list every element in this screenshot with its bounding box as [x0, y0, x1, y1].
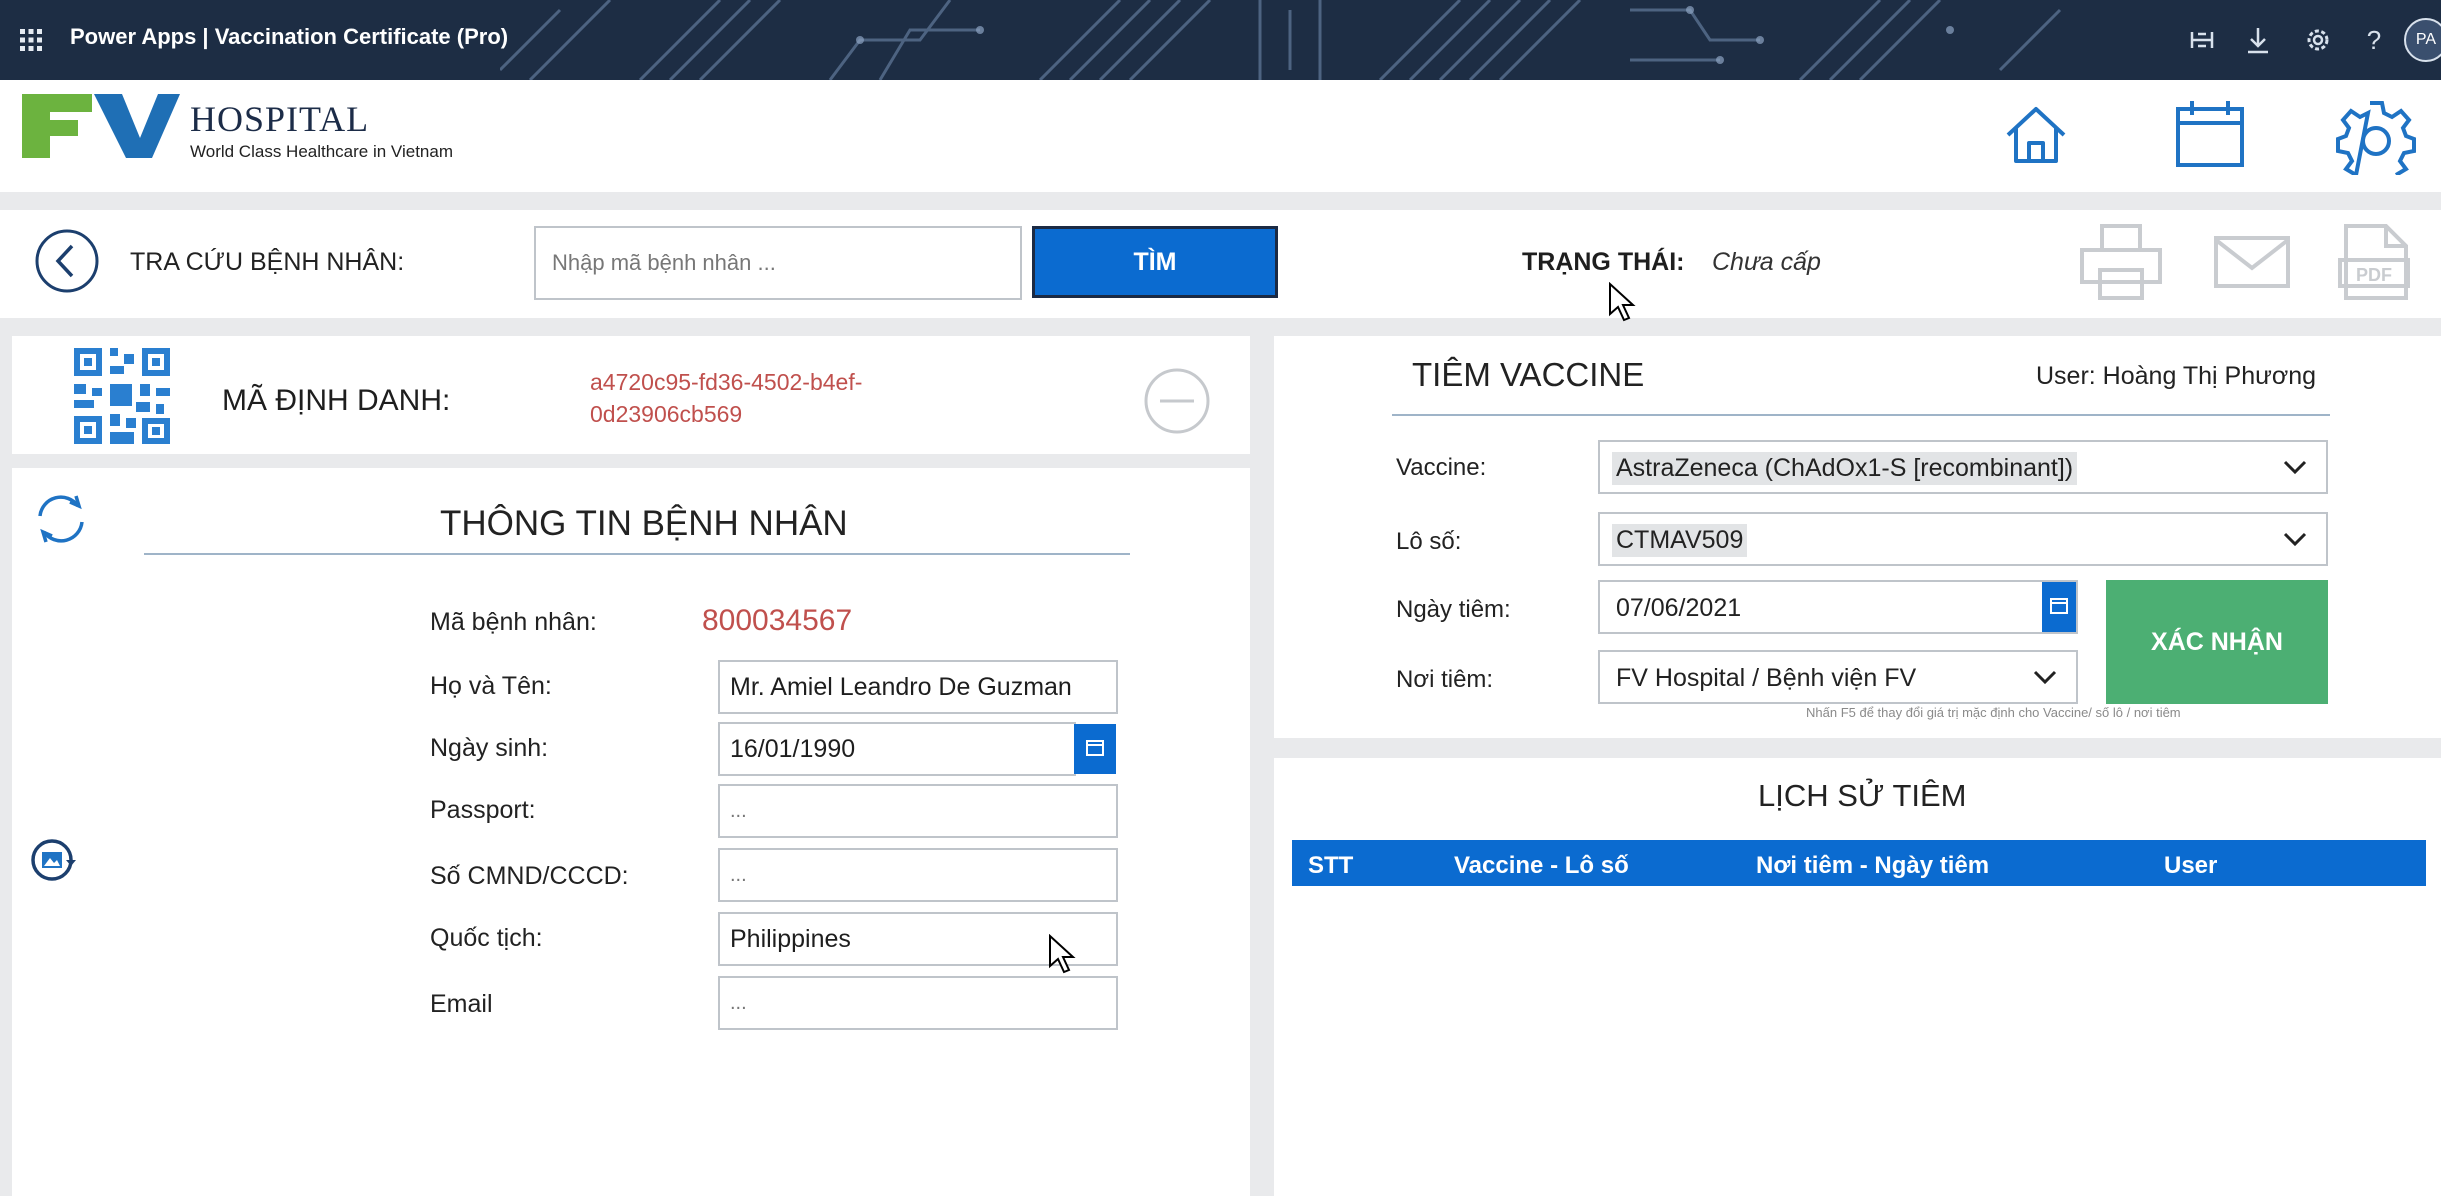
- chevron-down-icon: [2283, 532, 2307, 547]
- status-value: Chưa cấp: [1712, 248, 1821, 276]
- svg-text:PDF: PDF: [2356, 265, 2392, 285]
- app-launcher-grid-icon[interactable]: [18, 27, 44, 53]
- default-values-hint: Nhấn F5 để thay đổi giá trị mặc định cho…: [1806, 705, 2181, 720]
- history-panel: [1274, 758, 2441, 1196]
- confirm-button[interactable]: XÁC NHẬN: [2106, 580, 2328, 704]
- mouse-cursor-icon: [1049, 934, 1076, 974]
- patient-search-label: TRA CỨU BỆNH NHÂN:: [130, 248, 405, 276]
- injection-date-value: 07/06/2021: [1616, 594, 1742, 622]
- full-name-label: Họ và Tên:: [430, 672, 552, 700]
- email-field[interactable]: ...: [718, 976, 1118, 1030]
- back-icon[interactable]: [34, 228, 100, 294]
- logo-tagline: World Class Healthcare in Vietnam: [190, 142, 453, 161]
- fit-screen-icon[interactable]: [2184, 22, 2220, 58]
- mouse-cursor-icon: [1609, 282, 1636, 322]
- identifier-value-line2: 0d23906cb569: [590, 401, 743, 427]
- help-icon[interactable]: ?: [2356, 22, 2392, 58]
- injection-date-field[interactable]: 07/06/2021: [1598, 580, 2078, 634]
- injection-date-calendar-icon[interactable]: [2042, 582, 2076, 632]
- email-label: Email: [430, 990, 493, 1018]
- lot-number-label: Lô số:: [1396, 528, 1462, 555]
- patient-info-title: THÔNG TIN BỆNH NHÂN: [440, 504, 848, 543]
- vaccine-divider: [1392, 414, 2330, 416]
- image-capture-icon[interactable]: [30, 838, 80, 882]
- lot-number-selected-value: CTMAV509: [1612, 524, 1748, 557]
- home-icon[interactable]: [1996, 95, 2076, 175]
- patient-id-label: Mã bệnh nhân:: [430, 608, 597, 636]
- settings-icon[interactable]: [2300, 22, 2336, 58]
- lot-number-dropdown[interactable]: CTMAV509: [1598, 512, 2328, 566]
- injection-date-label: Ngày tiêm:: [1396, 596, 1511, 623]
- status-label: TRẠNG THÁI:: [1522, 248, 1685, 276]
- fv-logo-mark: [22, 94, 180, 158]
- patient-info-divider: [144, 553, 1130, 555]
- remove-minus-icon[interactable]: [1142, 366, 1212, 436]
- birth-date-label: Ngày sinh:: [430, 734, 549, 762]
- vaccine-user: User: Hoàng Thị Phương: [2036, 362, 2317, 390]
- history-col-place-date: Nơi tiêm - Ngày tiêm: [1756, 852, 1990, 879]
- settings-gear-icon[interactable]: [2336, 95, 2416, 175]
- patient-search-input[interactable]: [534, 226, 1022, 300]
- avatar[interactable]: PA: [2404, 18, 2441, 62]
- vaccine-selected-value: AstraZeneca (ChAdOx1-S [recombinant]): [1612, 452, 2078, 485]
- nationality-label: Quốc tịch:: [430, 924, 543, 952]
- circuit-pattern-decoration: [500, 0, 2062, 80]
- identifier-label: MÃ ĐỊNH DANH:: [222, 384, 451, 417]
- birth-date-calendar-icon[interactable]: [1074, 724, 1116, 774]
- identifier-value-line1: a4720c95-fd36-4502-b4ef-: [590, 369, 863, 395]
- download-icon[interactable]: [2240, 22, 2276, 58]
- passport-label: Passport:: [430, 796, 536, 824]
- full-name-field[interactable]: Mr. Amiel Leandro De Guzman: [718, 660, 1118, 714]
- vaccine-label: Vaccine:: [1396, 454, 1487, 481]
- pdf-icon[interactable]: PDF: [2336, 222, 2412, 302]
- history-col-stt: STT: [1308, 852, 1354, 879]
- search-button[interactable]: TÌM: [1032, 226, 1278, 298]
- vaccine-dropdown[interactable]: AstraZeneca (ChAdOx1-S [recombinant]): [1598, 440, 2328, 494]
- patient-id-value: 800034567: [702, 604, 853, 637]
- vaccine-title: TIÊM VACCINE: [1412, 356, 1645, 393]
- calendar-icon[interactable]: [2170, 95, 2250, 175]
- print-icon[interactable]: [2076, 222, 2166, 302]
- identifier-value: a4720c95-fd36-4502-b4ef- 0d23906cb569: [590, 366, 910, 430]
- id-card-label: Số CMND/CCCD:: [430, 862, 629, 890]
- history-title: LỊCH SỬ TIÊM: [1758, 778, 1967, 813]
- history-col-vaccine-lot: Vaccine - Lô số: [1454, 852, 1629, 879]
- chevron-down-icon: [2283, 460, 2307, 475]
- logo-name: HOSPITAL: [190, 99, 370, 139]
- injection-place-label: Nơi tiêm:: [1396, 666, 1494, 693]
- history-col-user: User: [2164, 852, 2218, 879]
- id-card-field[interactable]: ...: [718, 848, 1118, 902]
- refresh-icon[interactable]: [32, 492, 90, 546]
- passport-field[interactable]: ...: [718, 784, 1118, 838]
- injection-place-selected-value: FV Hospital / Bệnh viện FV: [1616, 664, 1917, 692]
- qr-code-icon: [74, 348, 170, 444]
- chevron-down-icon: [2033, 670, 2057, 685]
- suite-bar: Power Apps | Vaccination Certificate (Pr…: [0, 0, 2441, 80]
- mail-icon[interactable]: [2212, 222, 2292, 302]
- app-title: Power Apps | Vaccination Certificate (Pr…: [70, 24, 509, 49]
- birth-date-field[interactable]: 16/01/1990: [718, 722, 1076, 776]
- injection-place-dropdown[interactable]: FV Hospital / Bệnh viện FV: [1598, 650, 2078, 704]
